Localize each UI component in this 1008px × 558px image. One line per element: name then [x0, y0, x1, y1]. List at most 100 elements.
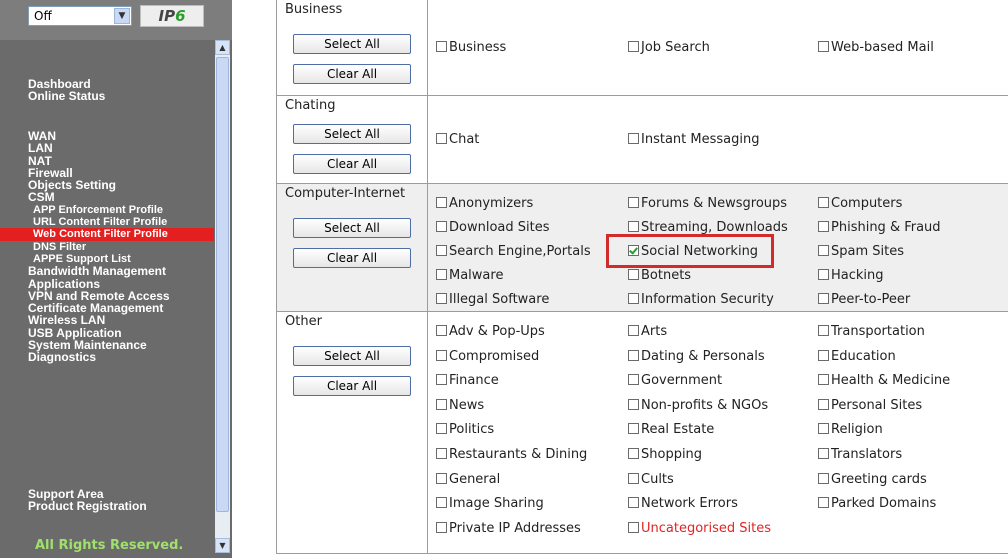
category-checkbox-restaurants-dining[interactable]: Restaurants & Dining — [436, 447, 587, 463]
category-checkbox-network-errors[interactable]: Network Errors — [628, 496, 738, 512]
checkbox-icon[interactable] — [628, 521, 639, 533]
category-checkbox-search-engine-portals[interactable]: Search Engine,Portals — [436, 244, 591, 260]
checkbox-icon[interactable] — [436, 221, 447, 232]
clear-all-button[interactable]: Clear All — [293, 248, 411, 268]
category-checkbox-private-ip-addresses[interactable]: Private IP Addresses — [436, 521, 581, 537]
menu-item-app-enforcement-profile[interactable]: APP Enforcement Profile — [0, 204, 214, 216]
category-checkbox-hacking[interactable]: Hacking — [818, 268, 884, 284]
category-checkbox-politics[interactable]: Politics — [436, 422, 494, 438]
category-checkbox-illegal-software[interactable]: Illegal Software — [436, 292, 549, 308]
checkbox-icon[interactable] — [818, 245, 829, 256]
chevron-down-icon[interactable]: ▼ — [114, 8, 130, 24]
clear-all-button[interactable]: Clear All — [293, 376, 411, 396]
checkbox-icon[interactable] — [436, 349, 447, 361]
category-checkbox-parked-domains[interactable]: Parked Domains — [818, 496, 936, 512]
menu-item-applications[interactable]: Applications — [0, 277, 214, 290]
menu-item-lan[interactable]: LAN — [0, 142, 214, 155]
category-checkbox-real-estate[interactable]: Real Estate — [628, 422, 714, 438]
checkbox-icon[interactable] — [818, 349, 829, 361]
checkbox-icon[interactable] — [628, 325, 639, 336]
category-checkbox-botnets[interactable]: Botnets — [628, 268, 691, 284]
category-checkbox-web-based-mail[interactable]: Web-based Mail — [818, 40, 934, 56]
clear-all-button[interactable]: Clear All — [293, 64, 411, 84]
checkbox-icon[interactable] — [436, 293, 447, 304]
checkbox-icon[interactable] — [818, 269, 829, 280]
category-checkbox-news[interactable]: News — [436, 398, 484, 414]
category-checkbox-dating-personals[interactable]: Dating & Personals — [628, 349, 765, 365]
checkbox-icon[interactable] — [436, 521, 447, 533]
category-checkbox-religion[interactable]: Religion — [818, 422, 883, 438]
checkbox-icon[interactable] — [628, 374, 639, 386]
checkbox-icon[interactable] — [818, 325, 829, 336]
category-checkbox-compromised[interactable]: Compromised — [436, 349, 539, 365]
checkbox-icon[interactable] — [436, 472, 447, 484]
checkbox-icon[interactable] — [628, 398, 639, 410]
checkbox-icon[interactable] — [436, 269, 447, 280]
ipv6-mode-select[interactable]: Off ▼ — [28, 6, 132, 26]
category-checkbox-job-search[interactable]: Job Search — [628, 40, 710, 56]
category-checkbox-information-security[interactable]: Information Security — [628, 292, 774, 308]
category-checkbox-arts[interactable]: Arts — [628, 324, 667, 340]
checkbox-icon[interactable] — [818, 221, 829, 232]
category-checkbox-translators[interactable]: Translators — [818, 447, 902, 463]
checkbox-icon[interactable] — [818, 374, 829, 386]
category-checkbox-non-profits-ngos[interactable]: Non-profits & NGOs — [628, 398, 768, 414]
checkbox-icon[interactable] — [628, 293, 639, 304]
category-checkbox-personal-sites[interactable]: Personal Sites — [818, 398, 922, 414]
checkbox-icon[interactable] — [628, 448, 639, 459]
checkbox-icon[interactable] — [436, 133, 447, 144]
menu-item-bandwidth-management[interactable]: Bandwidth Management — [0, 265, 214, 278]
clear-all-button[interactable]: Clear All — [293, 154, 411, 174]
select-all-button[interactable]: Select All — [293, 124, 411, 144]
checkbox-icon[interactable] — [818, 472, 829, 484]
checkbox-icon[interactable] — [436, 423, 447, 435]
category-checkbox-image-sharing[interactable]: Image Sharing — [436, 496, 544, 512]
category-checkbox-government[interactable]: Government — [628, 373, 722, 389]
category-checkbox-transportation[interactable]: Transportation — [818, 324, 925, 340]
sidebar-scrollbar-thumb[interactable] — [216, 57, 229, 512]
menu-item-csm[interactable]: CSM — [0, 191, 214, 204]
checkbox-icon[interactable] — [818, 197, 829, 208]
category-checkbox-peer-to-peer[interactable]: Peer-to-Peer — [818, 292, 910, 308]
checkbox-icon[interactable] — [436, 398, 447, 410]
select-all-button[interactable]: Select All — [293, 218, 411, 238]
category-checkbox-finance[interactable]: Finance — [436, 373, 499, 389]
select-all-button[interactable]: Select All — [293, 34, 411, 54]
category-checkbox-spam-sites[interactable]: Spam Sites — [818, 244, 904, 260]
category-checkbox-uncategorised-sites[interactable]: Uncategorised Sites — [628, 521, 771, 537]
checkbox-icon[interactable] — [628, 221, 639, 232]
checkbox-icon[interactable] — [628, 197, 639, 208]
checkbox-icon[interactable] — [436, 374, 447, 386]
checkbox-icon[interactable] — [628, 497, 639, 509]
checkbox-icon[interactable] — [436, 497, 447, 509]
checkbox-icon[interactable] — [436, 197, 447, 208]
category-checkbox-greeting-cards[interactable]: Greeting cards — [818, 472, 927, 488]
checkbox-icon[interactable] — [818, 497, 829, 509]
checkbox-icon[interactable] — [436, 245, 447, 256]
checkbox-icon[interactable] — [436, 325, 447, 336]
scroll-down-arrow-icon[interactable]: ▼ — [215, 538, 230, 553]
category-checkbox-phishing-fraud[interactable]: Phishing & Fraud — [818, 220, 941, 236]
category-checkbox-instant-messaging[interactable]: Instant Messaging — [628, 132, 759, 148]
menu-item-web-content-filter-profile[interactable]: Web Content Filter Profile — [0, 228, 214, 241]
checkbox-icon[interactable] — [628, 133, 639, 144]
menu-item-product-registration[interactable]: Product Registration — [0, 500, 214, 513]
category-checkbox-adv-pop-ups[interactable]: Adv & Pop-Ups — [436, 324, 545, 340]
checkbox-icon[interactable] — [818, 41, 829, 52]
category-checkbox-anonymizers[interactable]: Anonymizers — [436, 196, 533, 212]
checkbox-icon[interactable] — [628, 472, 639, 484]
category-checkbox-health-medicine[interactable]: Health & Medicine — [818, 373, 950, 389]
menu-item-diagnostics[interactable]: Diagnostics — [0, 351, 214, 364]
checkbox-icon[interactable] — [436, 41, 447, 52]
checkbox-icon[interactable] — [818, 423, 829, 435]
checkbox-icon[interactable] — [628, 269, 639, 280]
checkbox-icon[interactable] — [628, 41, 639, 52]
checkbox-icon[interactable] — [628, 423, 639, 435]
category-checkbox-download-sites[interactable]: Download Sites — [436, 220, 549, 236]
category-checkbox-shopping[interactable]: Shopping — [628, 447, 702, 463]
checkbox-icon[interactable] — [818, 293, 829, 304]
select-all-button[interactable]: Select All — [293, 346, 411, 366]
checkbox-icon[interactable] — [436, 448, 447, 459]
category-checkbox-chat[interactable]: Chat — [436, 132, 479, 148]
checkbox-icon[interactable] — [628, 349, 639, 361]
